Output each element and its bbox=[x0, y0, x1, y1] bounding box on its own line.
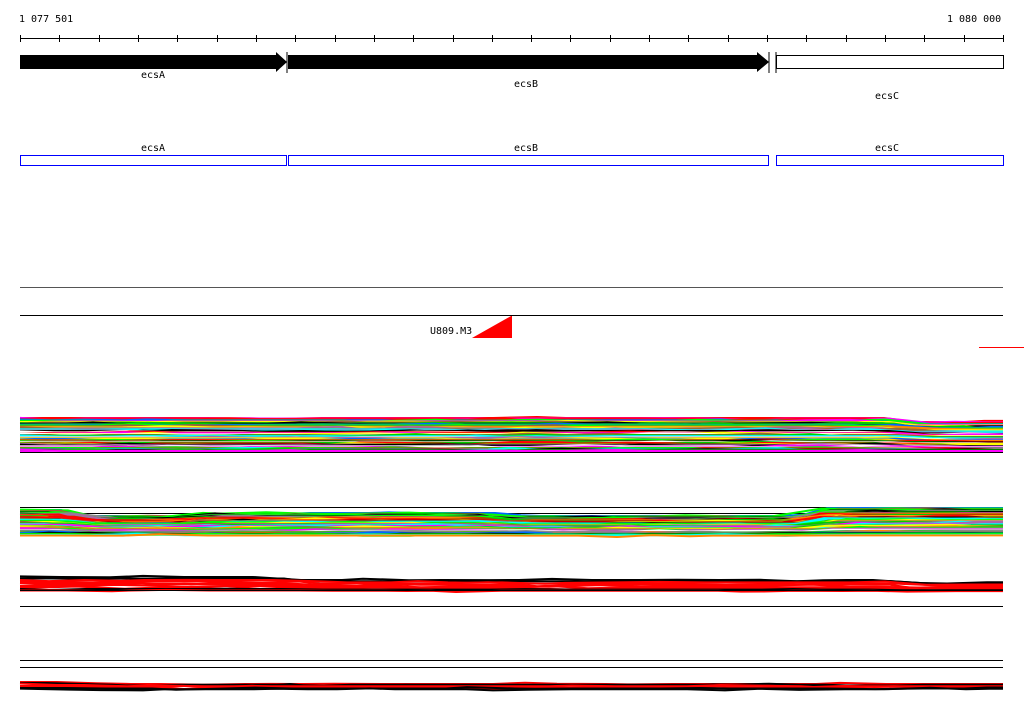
feature-label: U809.M3 bbox=[430, 326, 473, 337]
annotation-label-ecsC: ecsC bbox=[875, 143, 900, 154]
gene-ecsC-box[interactable] bbox=[776, 55, 1004, 69]
annotation-ecsB[interactable] bbox=[288, 155, 769, 166]
gene-label-ecsB: ecsB bbox=[514, 79, 539, 90]
annotation-ecsA[interactable] bbox=[20, 155, 287, 166]
gene-label-ecsA: ecsA bbox=[141, 70, 166, 81]
gene-ecsA-arrow[interactable] bbox=[20, 52, 287, 72]
annotation-ecsC[interactable] bbox=[776, 155, 1004, 166]
genome-browser-canvas bbox=[19, 35, 1024, 692]
gene-ecsB-arrow[interactable] bbox=[288, 52, 769, 72]
feature-U809-M3-wedge[interactable] bbox=[472, 316, 511, 338]
coordinate-ruler bbox=[20, 35, 1004, 42]
annotation-label-ecsA: ecsA bbox=[141, 143, 166, 154]
gene-label-ecsC: ecsC bbox=[875, 91, 900, 102]
annotation-label-ecsB: ecsB bbox=[514, 143, 539, 154]
alignment-tracks bbox=[19, 415, 1004, 692]
